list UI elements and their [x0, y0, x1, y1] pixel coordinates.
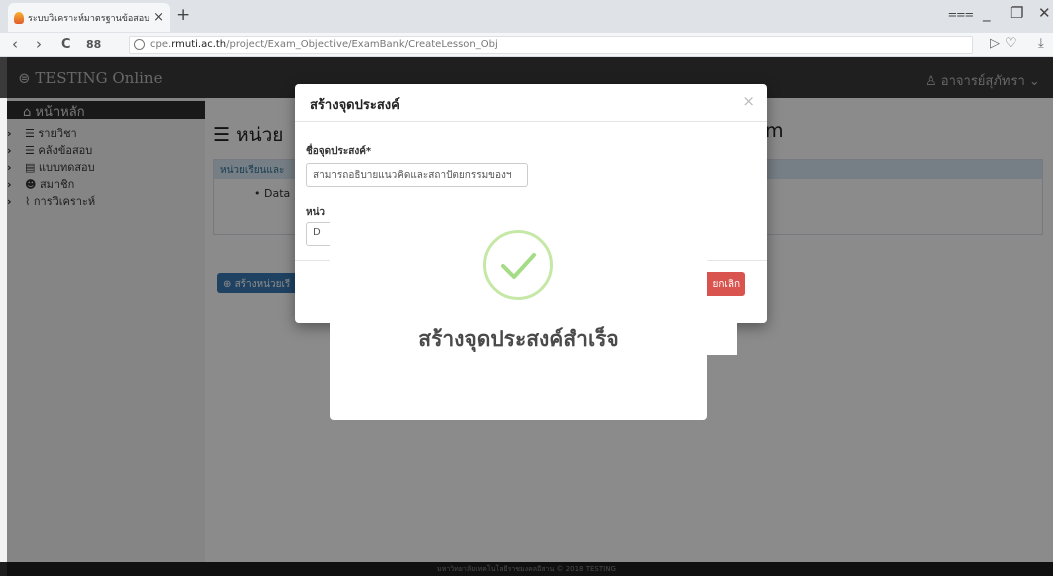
tab-title: ระบบวิเคราะห์มาตรฐานข้อสอบ: [28, 13, 150, 24]
reload-button[interactable]: C: [61, 37, 71, 52]
modal-edge: [707, 320, 737, 355]
url-input[interactable]: cpe.rmuti.ac.th/project/Exam_Objective/E…: [129, 36, 973, 54]
url-path: /project/Exam_Objective/ExamBank/CreateL…: [226, 39, 498, 50]
close-window-icon[interactable]: ✕: [1038, 4, 1051, 22]
tab-close-icon[interactable]: ×: [153, 10, 164, 25]
favorite-heart-icon[interactable]: ♡: [1005, 36, 1017, 51]
back-button[interactable]: ‹: [12, 35, 18, 53]
tab-list-icon[interactable]: ⩶: [948, 4, 974, 22]
success-check-icon: [483, 230, 553, 300]
browser-tab-bar: ระบบวิเคราะห์มาตรฐานข้อสอบ × + ⩶ _ ❐ ✕: [0, 0, 1053, 33]
minimize-icon[interactable]: _: [983, 4, 991, 22]
alert-title: สร้างจุดประสงค์สำเร็จ: [418, 327, 619, 351]
restore-icon[interactable]: ❐: [1010, 4, 1023, 22]
objective-name-input[interactable]: สามารถอธิบายแนวคิดและสถาปัตยกรรมของฯ: [306, 163, 528, 187]
url-host: rmuti.ac.th: [171, 39, 227, 50]
address-bar-row: ‹ › C 88 cpe.rmuti.ac.th/project/Exam_Ob…: [0, 33, 1053, 57]
success-alert: สร้างจุดประสงค์สำเร็จ: [330, 203, 707, 420]
download-icon[interactable]: ⤓: [1038, 36, 1044, 51]
divider: [295, 121, 767, 122]
globe-icon: [134, 39, 145, 50]
required-marker: *: [365, 146, 372, 157]
objective-name-label: ชื่อจุดประสงค์*: [306, 144, 371, 159]
forward-button[interactable]: ›: [36, 35, 42, 53]
url-prefix: cpe.: [150, 39, 172, 50]
apps-grid-icon[interactable]: 88: [86, 38, 101, 51]
favicon-icon: [14, 11, 24, 24]
share-icon[interactable]: ▷: [990, 36, 1000, 51]
lesson-label: หน่ว: [306, 207, 326, 218]
new-tab-button[interactable]: +: [176, 5, 190, 25]
browser-tab[interactable]: ระบบวิเคราะห์มาตรฐานข้อสอบ ×: [8, 3, 170, 32]
modal-title: สร้างจุดประสงค์: [310, 98, 400, 113]
objective-name-label-text: ชื่อจุดประสงค์: [306, 146, 366, 157]
close-icon[interactable]: ×: [742, 92, 755, 110]
